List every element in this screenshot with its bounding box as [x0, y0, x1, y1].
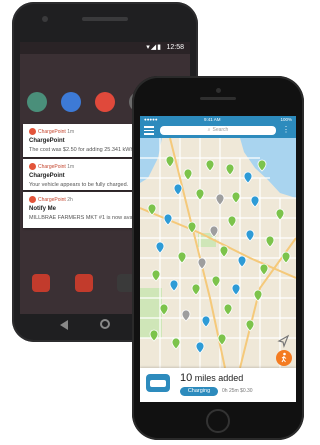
iphone-speaker: [200, 97, 236, 100]
more-icon[interactable]: ⋮: [282, 125, 290, 134]
session-stats: 0h 25m $0.30: [222, 388, 253, 394]
app-icon[interactable]: [32, 274, 51, 292]
miles-added: 10 miles added: [180, 372, 243, 384]
android-speaker: [82, 17, 128, 21]
battery-level: 100%: [280, 117, 292, 122]
notification-body: Your vehicle appears to be fully charged…: [29, 182, 129, 188]
android-status-bar: ▾◢▮ 12:58: [20, 42, 190, 54]
carrier-signal: ●●●●●: [144, 117, 158, 122]
notification-body: The cost was $2.50 for adding 25.341 kWh…: [29, 147, 136, 153]
park: [140, 288, 162, 338]
signal-icon: ▾◢▮: [146, 44, 162, 51]
notification-header: ChargePoint 1m: [29, 163, 74, 170]
station-map[interactable]: [140, 138, 296, 368]
notification-header: ChargePoint 2h: [29, 196, 73, 203]
app-header: ●●●●● 9:41 AM 100% ⌕ Search ⋮: [140, 116, 296, 138]
chargepoint-icon: [29, 163, 36, 170]
notification-title: ChargePoint: [29, 138, 65, 144]
menu-icon[interactable]: [144, 126, 154, 135]
notification-app: ChargePoint: [38, 163, 66, 170]
miles-value: 10: [180, 372, 193, 384]
home-icon[interactable]: [100, 319, 110, 329]
chargepoint-icon: [29, 196, 36, 203]
notification-title: ChargePoint: [29, 173, 65, 179]
iphone: ●●●●● 9:41 AM 100% ⌕ Search ⋮ 10 miles a…: [132, 76, 304, 440]
charging-panel[interactable]: 10 miles added Charging 0h 25m $0.30: [140, 368, 296, 402]
search-input[interactable]: ⌕ Search: [160, 126, 276, 135]
app-icon[interactable]: [27, 92, 47, 112]
iphone-screen: ●●●●● 9:41 AM 100% ⌕ Search ⋮ 10 miles a…: [140, 116, 296, 402]
notification-app: ChargePoint: [38, 128, 66, 135]
android-camera: [42, 16, 48, 22]
notification-age: 1m: [67, 163, 75, 170]
chargepoint-icon: [29, 128, 36, 135]
charging-status-badge[interactable]: Charging: [180, 387, 218, 396]
notification-title: Notify Me: [29, 206, 56, 212]
notification-header: ChargePoint 1m: [29, 128, 74, 135]
app-icon[interactable]: [74, 274, 93, 292]
back-icon[interactable]: [60, 320, 68, 330]
notification-app: ChargePoint: [38, 196, 66, 203]
miles-suffix: miles added: [194, 373, 244, 383]
search-icon: ⌕: [207, 127, 211, 133]
walker-icon[interactable]: [276, 350, 292, 366]
ios-status-time: 9:41 AM: [204, 117, 221, 122]
ios-status-bar: ●●●●● 9:41 AM 100%: [140, 116, 296, 124]
locate-icon[interactable]: [276, 334, 290, 348]
notification-age: 2h: [67, 196, 73, 203]
iphone-camera: [216, 88, 221, 93]
notification-age: 1m: [67, 128, 75, 135]
search-placeholder: Search: [212, 127, 229, 133]
home-button[interactable]: [206, 409, 230, 433]
app-icon[interactable]: [95, 92, 115, 112]
app-icon[interactable]: [61, 92, 81, 112]
car-icon: [146, 374, 170, 392]
android-status-time: 12:58: [166, 44, 184, 51]
notification-body: MILLBRAE FARMERS MKT #1 is now avail: [29, 215, 135, 221]
